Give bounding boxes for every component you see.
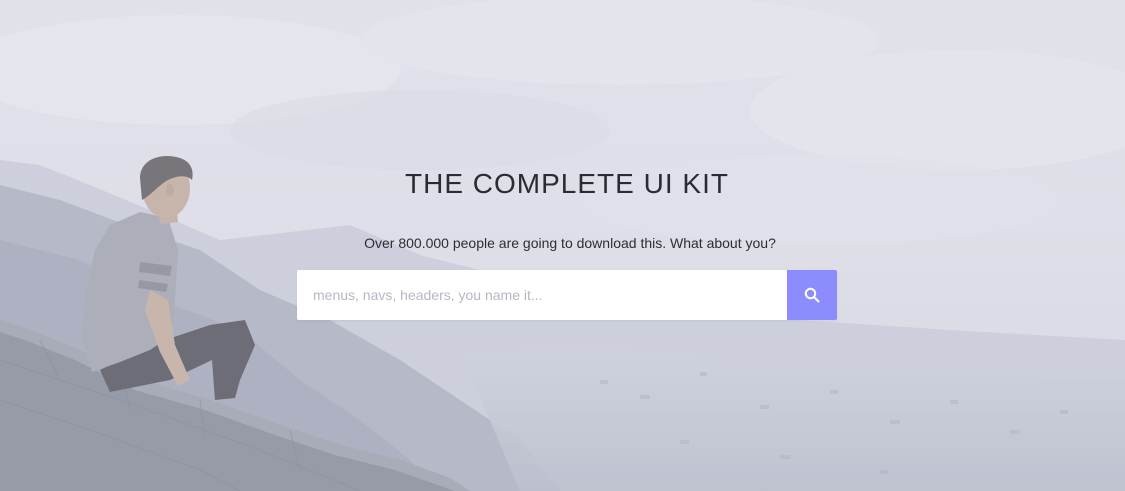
- search-icon: [803, 286, 821, 304]
- page-title: THE COMPLETE UI KIT: [405, 168, 729, 199]
- hero-section: THE COMPLETE UI KIT Over 800.000 people …: [0, 0, 1125, 491]
- hero-content: THE COMPLETE UI KIT Over 800.000 people …: [0, 0, 1125, 491]
- page-subtitle: Over 800.000 people are going to downloa…: [364, 235, 776, 251]
- search-button[interactable]: [787, 270, 837, 320]
- search-bar: [297, 270, 837, 320]
- search-input[interactable]: [297, 270, 787, 320]
